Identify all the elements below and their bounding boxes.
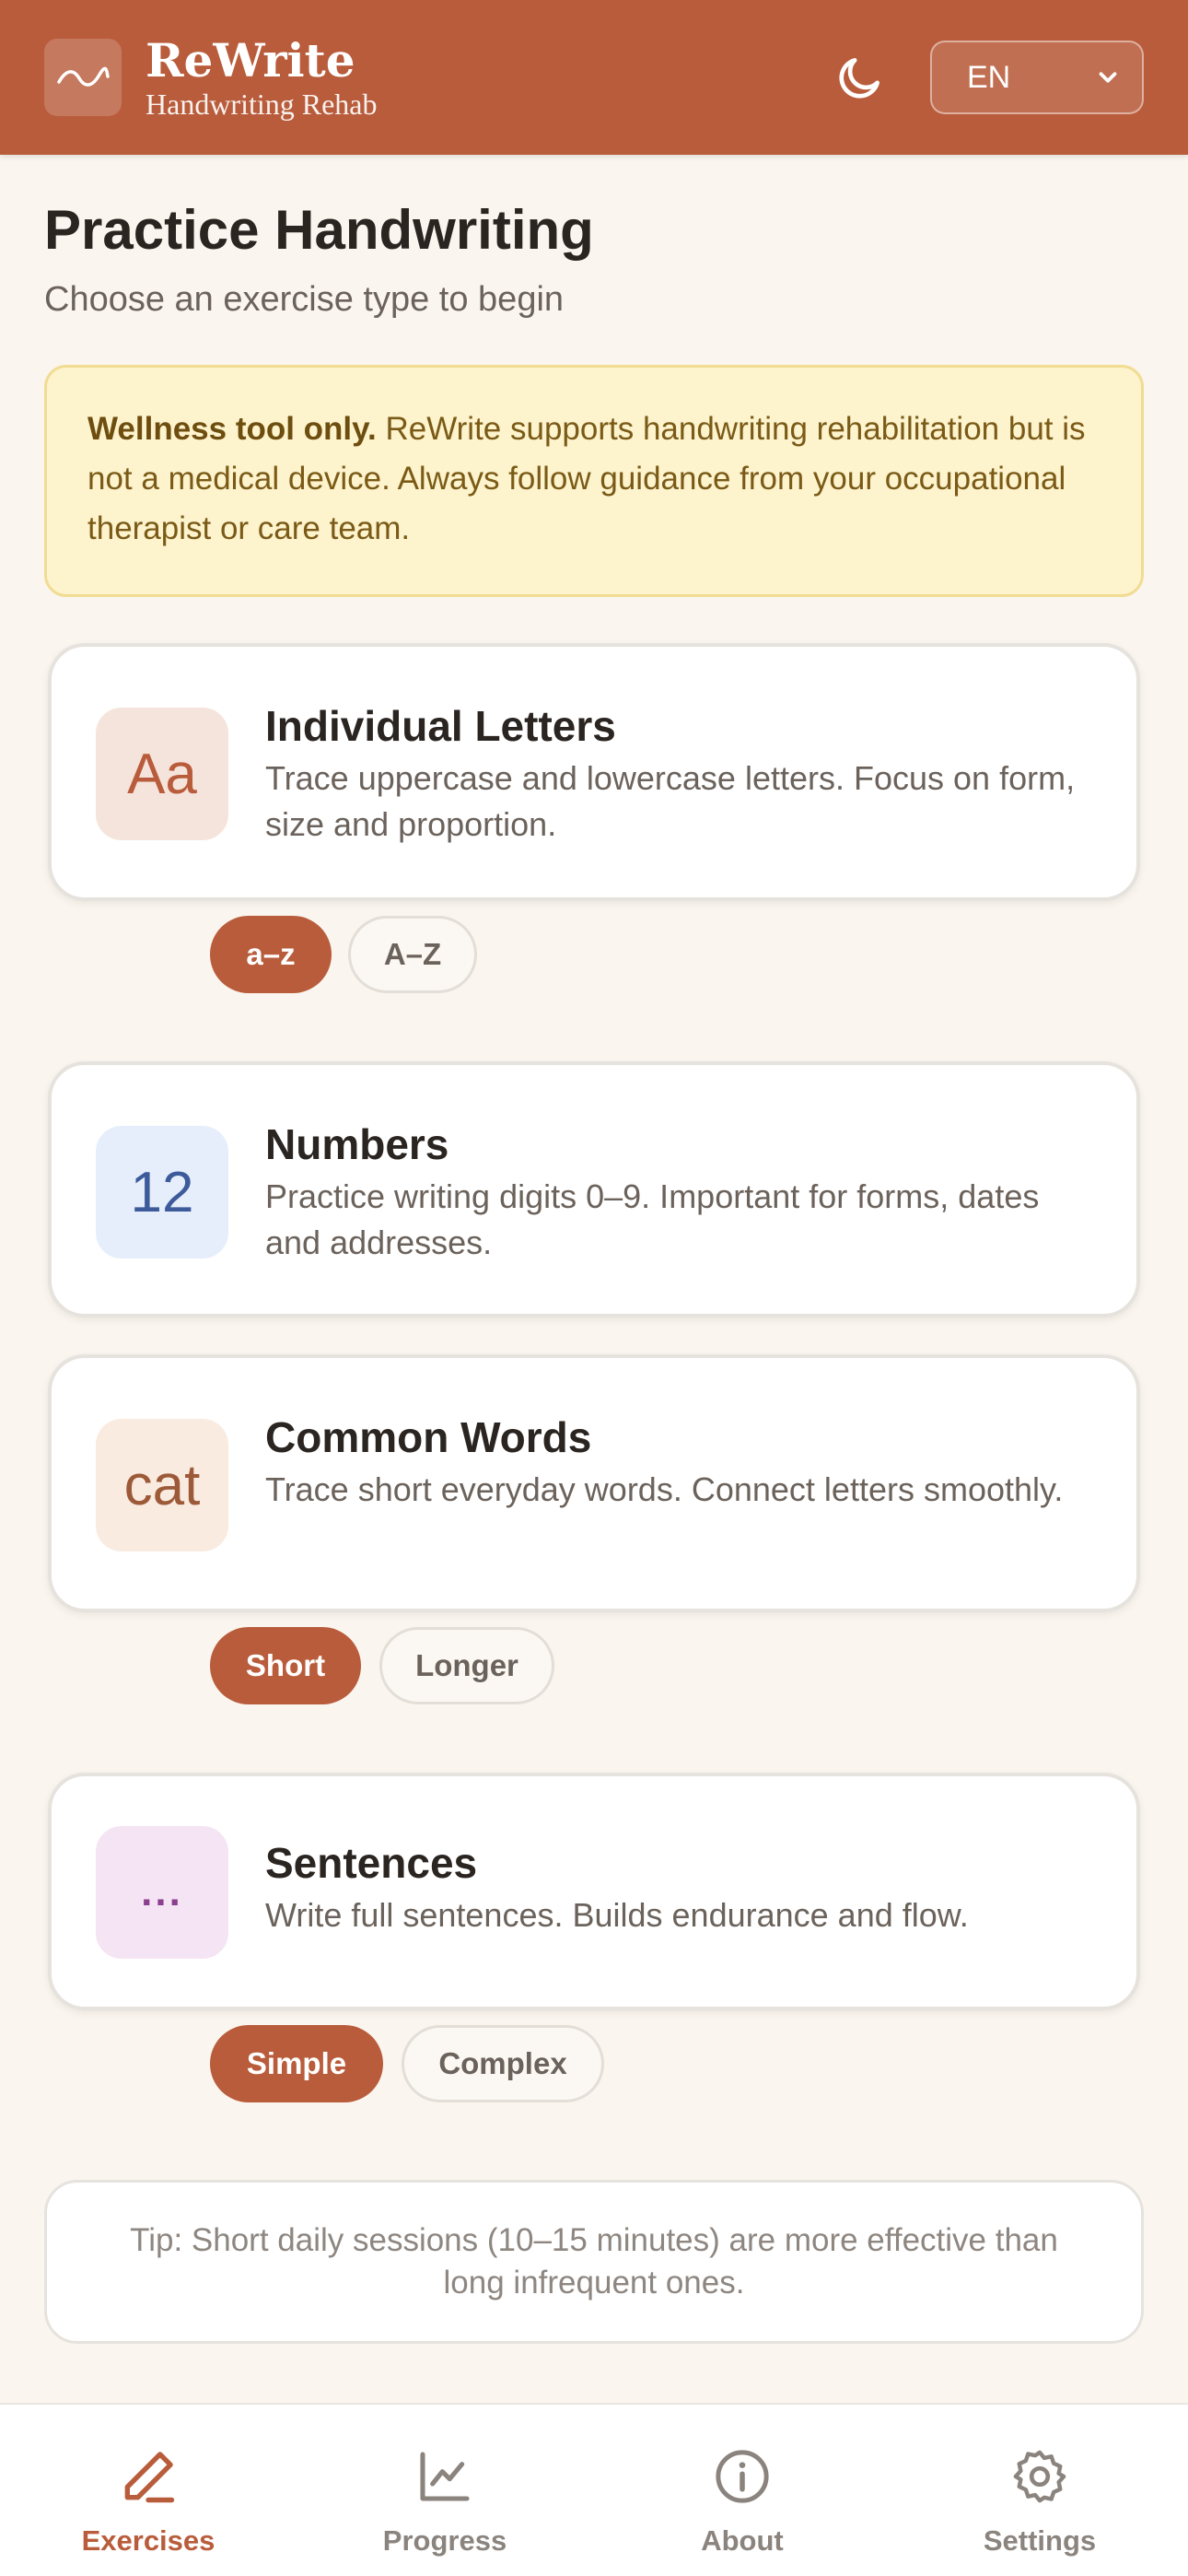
- sentences-icon-text: ...: [141, 1869, 183, 1914]
- logo: [44, 39, 122, 116]
- page-title: Practice Handwriting: [44, 199, 594, 261]
- brand: ReWrite Handwriting Rehab: [146, 33, 378, 122]
- dark-mode-toggle[interactable]: [823, 41, 897, 114]
- app-name: ReWrite: [146, 33, 355, 88]
- tip-box: Tip: Short daily sessions (10–15 minutes…: [44, 2180, 1144, 2344]
- nav-progress[interactable]: Progress: [297, 2405, 593, 2576]
- option-longer-words[interactable]: Longer: [379, 1627, 554, 1704]
- exercise-title: Common Words: [265, 1413, 592, 1461]
- chart-icon: [415, 2443, 474, 2510]
- exercise-description: Write full sentences. Builds endurance a…: [265, 1896, 969, 1934]
- nav-about[interactable]: About: [594, 2405, 891, 2576]
- moon-icon: [839, 57, 879, 99]
- words-icon: cat: [96, 1419, 228, 1551]
- option-short-words[interactable]: Short: [210, 1627, 361, 1704]
- option-uppercase[interactable]: A–Z: [348, 916, 477, 993]
- exercise-description: Practice writing digits 0–9. Important f…: [265, 1177, 1040, 1261]
- sentences-icon: ...: [96, 1826, 228, 1959]
- notice-bold: Wellness tool only.: [87, 411, 377, 447]
- nav-label: About: [701, 2524, 784, 2557]
- bottom-nav: Exercises Progress About Settings: [0, 2403, 1188, 2576]
- words-icon-text: cat: [123, 1453, 201, 1517]
- nav-label: Settings: [983, 2524, 1097, 2557]
- nav-label: Progress: [382, 2524, 507, 2557]
- language-value: EN: [967, 59, 1011, 95]
- exercise-description: Trace uppercase and lowercase letters. F…: [265, 759, 1076, 843]
- info-icon: [712, 2443, 773, 2510]
- wave-icon: [57, 66, 110, 87]
- language-select[interactable]: EN: [930, 41, 1144, 114]
- option-lowercase[interactable]: a–z: [210, 916, 332, 993]
- option-complex-sentences[interactable]: Complex: [402, 2025, 604, 2102]
- nav-exercises[interactable]: Exercises: [0, 2405, 297, 2576]
- pencil-icon: [117, 2443, 180, 2510]
- letters-icon: Aa: [96, 708, 228, 840]
- exercise-title: Numbers: [265, 1120, 449, 1168]
- exercise-card-numbers[interactable]: 12 Numbers Practice writing digits 0–9. …: [48, 1061, 1140, 1317]
- app-header: ReWrite Handwriting Rehab EN: [0, 0, 1188, 155]
- wellness-notice: Wellness tool only. ReWrite supports han…: [44, 365, 1144, 597]
- nav-label: Exercises: [81, 2524, 215, 2557]
- numbers-icon: 12: [96, 1126, 228, 1259]
- exercise-title: Sentences: [265, 1839, 478, 1887]
- exercise-title: Individual Letters: [265, 702, 616, 750]
- exercise-card-letters[interactable]: Aa Individual Letters Trace uppercase an…: [48, 643, 1140, 901]
- chevron-down-icon: [1099, 72, 1117, 83]
- nav-settings[interactable]: Settings: [891, 2405, 1188, 2576]
- page-subtitle: Choose an exercise type to begin: [44, 280, 565, 319]
- letters-icon-text: Aa: [127, 742, 197, 806]
- exercise-card-words[interactable]: cat Common Words Trace short everyday wo…: [48, 1354, 1140, 1612]
- exercise-card-sentences[interactable]: ... Sentences Write full sentences. Buil…: [48, 1773, 1140, 2010]
- exercise-description: Trace short everyday words. Connect lett…: [265, 1470, 1064, 1508]
- app-subtitle: Handwriting Rehab: [146, 88, 378, 121]
- numbers-icon-text: 12: [130, 1160, 194, 1224]
- gear-icon: [1009, 2443, 1070, 2510]
- app-screen: ReWrite Handwriting Rehab EN Practice Ha…: [0, 0, 1188, 2576]
- option-simple-sentences[interactable]: Simple: [210, 2025, 383, 2102]
